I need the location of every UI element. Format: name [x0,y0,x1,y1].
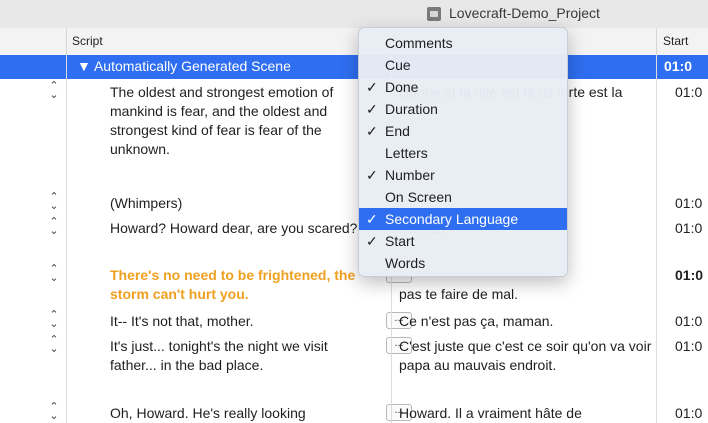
script-cell: Oh, Howard. He's really looking [110,405,306,421]
checkmark-icon: ✓ [366,101,378,117]
column-divider [66,55,67,423]
menu-item-comments[interactable]: Comments [359,32,567,54]
table-row[interactable]: ⌃ ⌄ The oldest and strongest emotion of m… [0,79,708,191]
menu-item-label: End [385,123,410,139]
script-cell: (Whimpers) [110,195,183,211]
translation-cell: Ce n'est pas ça, maman. [399,313,554,329]
checkmark-icon: ✓ [366,233,378,249]
column-header: Script Start [0,28,708,56]
table-row[interactable]: ⌃ ⌄ Howard? Howard dear, are you scared? … [0,215,708,263]
row-stepper-icon[interactable]: ⌃ ⌄ [48,217,60,237]
document-icon [427,7,441,21]
menu-item-start[interactable]: ✓ Start [359,230,567,252]
checkmark-icon: ✓ [366,167,378,183]
start-cell: 01:0 [675,338,703,354]
columns-popup-menu: Comments Cue ✓ Done ✓ Duration ✓ End Let… [358,27,568,277]
menu-item-label: Start [385,233,415,249]
checkmark-icon: ✓ [366,123,378,139]
scene-row[interactable]: ▼ Automatically Generated Scene 01:0 [0,55,708,79]
translation-cell: pas te faire de mal. [399,286,519,302]
start-cell: 01:0 [675,405,703,421]
start-cell: 01:0 [675,195,703,211]
menu-item-label: Duration [385,101,438,117]
window-title: Lovecraft-Demo_Project [449,5,600,21]
column-divider [656,55,657,423]
menu-item-label: Comments [385,35,453,51]
script-cell: It's just... tonight's the night we visi… [110,338,328,373]
column-header-script[interactable]: Script [72,28,103,55]
scene-title: ▼ Automatically Generated Scene [77,58,291,74]
table-row[interactable]: ⌃ ⌄ (Whimpers) 01:0 [0,190,708,216]
script-cell: It-- It's not that, mother. [110,313,254,329]
menu-item-on-screen[interactable]: On Screen [359,186,567,208]
checkmark-icon: ✓ [366,79,378,95]
window-titlebar: Lovecraft-Demo_Project [0,0,708,29]
column-separator [66,28,67,55]
menu-item-cue[interactable]: Cue [359,54,567,76]
menu-item-words[interactable]: Words [359,252,567,274]
menu-item-label: Number [385,167,435,183]
menu-item-letters[interactable]: Letters [359,142,567,164]
scene-start: 01:0 [664,58,693,74]
row-stepper-icon[interactable]: ⌃ ⌄ [48,310,60,330]
menu-item-label: Done [385,79,419,95]
start-cell: 01:0 [675,84,703,100]
column-header-start[interactable]: Start [663,28,688,55]
row-stepper-icon[interactable]: ⌃ ⌄ [48,264,60,284]
table-row[interactable]: ⌃ ⌄ There's no need to be frightened, the… [0,262,708,309]
menu-item-number[interactable]: ✓ Number [359,164,567,186]
row-stepper-icon[interactable]: ⌃ ⌄ [48,335,60,355]
script-cell: Howard? Howard dear, are you scared? [110,220,358,236]
start-cell: 01:0 [675,220,703,236]
translation-cell: Howard. Il a vraiment hâte de [399,405,582,421]
start-cell: 01:0 [675,313,703,329]
menu-item-label: Words [385,255,426,271]
script-cell: The oldest and strongest emotion of mank… [110,84,334,157]
table-row[interactable]: ⌃ ⌄ Oh, Howard. He's really looking ... H… [0,400,708,423]
table-row[interactable]: ⌃ ⌄ It-- It's not that, mother. ... Ce n'… [0,308,708,334]
menu-item-label: Secondary Language [385,211,519,227]
menu-item-done[interactable]: ✓ Done [359,76,567,98]
row-stepper-icon[interactable]: ⌃ ⌄ [48,402,60,422]
menu-item-end[interactable]: ✓ End [359,120,567,142]
row-stepper-icon[interactable]: ⌃ ⌄ [48,81,60,101]
translation-cell: C'est juste que c'est ce soir qu'on va v… [399,338,652,373]
menu-item-label: Cue [385,57,411,73]
column-separator [656,28,657,55]
menu-item-label: Letters [385,145,428,161]
table-row[interactable]: ⌃ ⌄ It's just... tonight's the night we v… [0,333,708,401]
menu-item-duration[interactable]: ✓ Duration [359,98,567,120]
checkmark-icon: ✓ [366,211,378,227]
menu-item-label: On Screen [385,189,452,205]
start-cell: 01:0 [675,267,704,283]
menu-item-secondary-language[interactable]: ✓ Secondary Language [359,208,567,230]
script-cell-highlighted: There's no need to be frightened, the st… [110,267,356,302]
row-stepper-icon[interactable]: ⌃ ⌄ [48,192,60,212]
